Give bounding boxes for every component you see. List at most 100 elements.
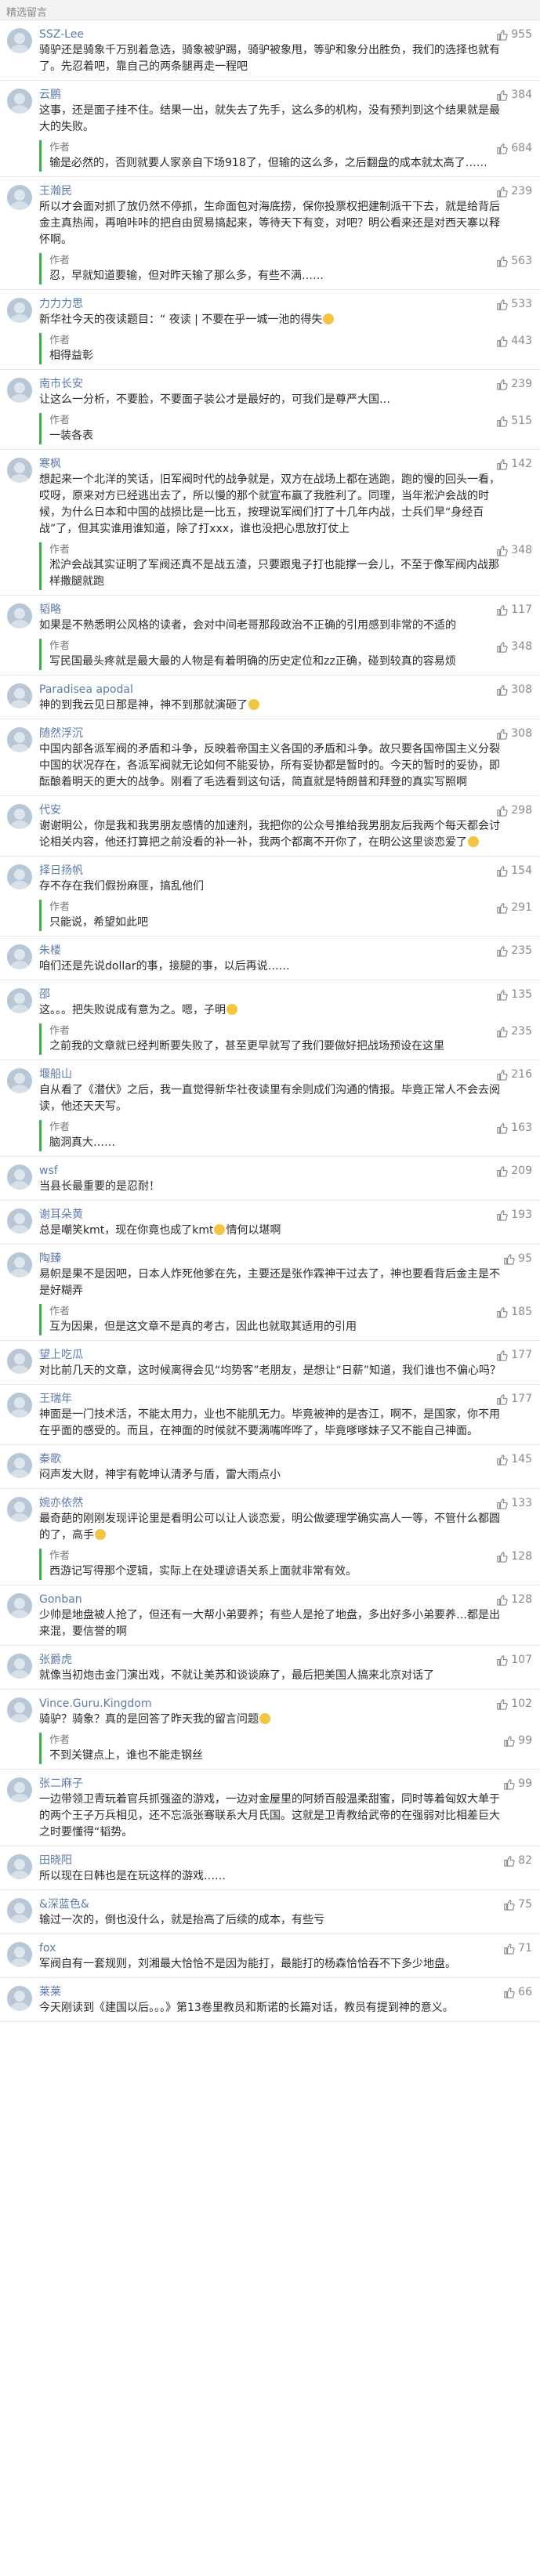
commenter-name[interactable]: 邵 (39, 987, 532, 1002)
reply-like-button[interactable]: 684 (496, 140, 532, 156)
reply-like-button[interactable]: 348 (496, 542, 532, 558)
commenter-name[interactable]: 代安 (39, 803, 532, 818)
like-button[interactable]: 135 (496, 987, 532, 1002)
reply-like-button[interactable]: 185 (496, 1304, 532, 1320)
commenter-name[interactable]: 朱楼 (39, 943, 532, 958)
avatar[interactable] (7, 1593, 32, 1618)
commenter-name[interactable]: &深蓝色& (39, 1897, 532, 1912)
commenter-name[interactable]: 望上吃瓜 (39, 1347, 532, 1363)
like-count: 66 (518, 1986, 532, 1998)
avatar[interactable] (7, 28, 32, 53)
avatar[interactable] (7, 1986, 32, 2011)
commenter-name[interactable]: 云鹏 (39, 87, 532, 103)
avatar[interactable] (7, 683, 32, 708)
commenter-name[interactable]: fox (39, 1940, 532, 1956)
commenter-name[interactable]: SSZ-Lee (39, 27, 532, 42)
like-button[interactable]: 955 (496, 27, 532, 42)
like-button[interactable]: 66 (503, 1984, 532, 2000)
like-button[interactable]: 384 (496, 87, 532, 103)
commenter-name[interactable]: Vince.Guru.Kingdom (39, 1696, 532, 1712)
commenter-name[interactable]: 寒枫 (39, 456, 532, 472)
reply-like-button[interactable]: 443 (496, 333, 532, 349)
commenter-name[interactable]: 张二麻子 (39, 1776, 532, 1792)
like-button[interactable]: 235 (496, 943, 532, 958)
commenter-name[interactable]: 择日扬帆 (39, 863, 532, 879)
commenter-name[interactable]: 王瀚民 (39, 183, 532, 199)
commenter-name[interactable]: 婉亦依然 (39, 1495, 532, 1511)
avatar[interactable] (7, 298, 32, 323)
commenter-name[interactable]: 田晓阳 (39, 1853, 532, 1868)
avatar[interactable] (7, 378, 32, 403)
like-button[interactable]: 82 (503, 1853, 532, 1868)
like-button[interactable]: 154 (496, 863, 532, 879)
reply-like-button[interactable]: 515 (496, 413, 532, 429)
reply-like-button[interactable]: 348 (496, 639, 532, 654)
commenter-name[interactable]: wsf (39, 1163, 532, 1179)
reply-like-button[interactable]: 99 (503, 1733, 532, 1748)
like-button[interactable]: 298 (496, 803, 532, 818)
like-button[interactable]: 239 (496, 376, 532, 392)
like-button[interactable]: 308 (496, 682, 532, 697)
avatar[interactable] (7, 89, 32, 114)
avatar[interactable] (7, 1068, 32, 1093)
reply-like-button[interactable]: 291 (496, 900, 532, 915)
commenter-name[interactable]: 力力力思 (39, 296, 532, 312)
like-button[interactable]: 308 (496, 726, 532, 741)
avatar[interactable] (7, 185, 32, 210)
avatar[interactable] (7, 944, 32, 969)
avatar[interactable] (7, 1854, 32, 1879)
avatar[interactable] (7, 1208, 32, 1234)
like-button[interactable]: 71 (503, 1940, 532, 1956)
like-button[interactable]: 193 (496, 1207, 532, 1223)
avatar[interactable] (7, 1942, 32, 1967)
commenter-name[interactable]: 南市长安 (39, 376, 532, 392)
commenter-name[interactable]: 张爵虎 (39, 1652, 532, 1668)
like-button[interactable]: 239 (496, 183, 532, 199)
avatar[interactable] (7, 458, 32, 483)
avatar[interactable] (7, 804, 32, 829)
like-button[interactable]: 533 (496, 296, 532, 312)
avatar[interactable] (7, 1654, 32, 1679)
like-button[interactable]: 133 (496, 1495, 532, 1511)
like-button[interactable]: 95 (503, 1251, 532, 1266)
like-button[interactable]: 177 (496, 1391, 532, 1407)
avatar[interactable] (7, 1497, 32, 1522)
like-button[interactable]: 117 (496, 602, 532, 618)
like-button[interactable]: 142 (496, 456, 532, 472)
avatar[interactable] (7, 988, 32, 1013)
reply-like-button[interactable]: 163 (496, 1120, 532, 1136)
commenter-name[interactable]: 陶臻 (39, 1251, 532, 1266)
avatar[interactable] (7, 603, 32, 629)
avatar[interactable] (7, 1349, 32, 1374)
reply-like-button[interactable]: 128 (496, 1549, 532, 1564)
commenter-name[interactable]: 秦歌 (39, 1451, 532, 1467)
like-button[interactable]: 99 (503, 1776, 532, 1792)
commenter-name[interactable]: 莱莱 (39, 1984, 532, 2000)
commenter-name[interactable]: 王瑞年 (39, 1391, 532, 1407)
commenter-name[interactable]: 堰船山 (39, 1067, 532, 1082)
avatar[interactable] (7, 1453, 32, 1478)
avatar[interactable] (7, 1165, 32, 1190)
commenter-name[interactable]: 随然浮沉 (39, 726, 532, 741)
avatar[interactable] (7, 1777, 32, 1802)
avatar[interactable] (7, 1252, 32, 1277)
like-button[interactable]: 102 (496, 1696, 532, 1712)
like-button[interactable]: 216 (496, 1067, 532, 1082)
commenter-name[interactable]: Paradisea apodal (39, 682, 532, 697)
avatar[interactable] (7, 864, 32, 889)
avatar[interactable] (7, 727, 32, 752)
commenter-name[interactable]: 韬略 (39, 602, 532, 618)
avatar[interactable] (7, 1898, 32, 1923)
commenter-name[interactable]: 谢耳朵黄 (39, 1207, 532, 1223)
like-button[interactable]: 209 (496, 1163, 532, 1179)
like-button[interactable]: 75 (503, 1897, 532, 1912)
reply-like-button[interactable]: 563 (496, 253, 532, 269)
like-button[interactable]: 145 (496, 1451, 532, 1467)
commenter-name[interactable]: Gonban (39, 1592, 532, 1607)
avatar[interactable] (7, 1697, 32, 1723)
like-button[interactable]: 107 (496, 1652, 532, 1668)
like-button[interactable]: 177 (496, 1347, 532, 1363)
reply-like-button[interactable]: 235 (496, 1024, 532, 1039)
like-button[interactable]: 128 (496, 1592, 532, 1607)
avatar[interactable] (7, 1393, 32, 1418)
